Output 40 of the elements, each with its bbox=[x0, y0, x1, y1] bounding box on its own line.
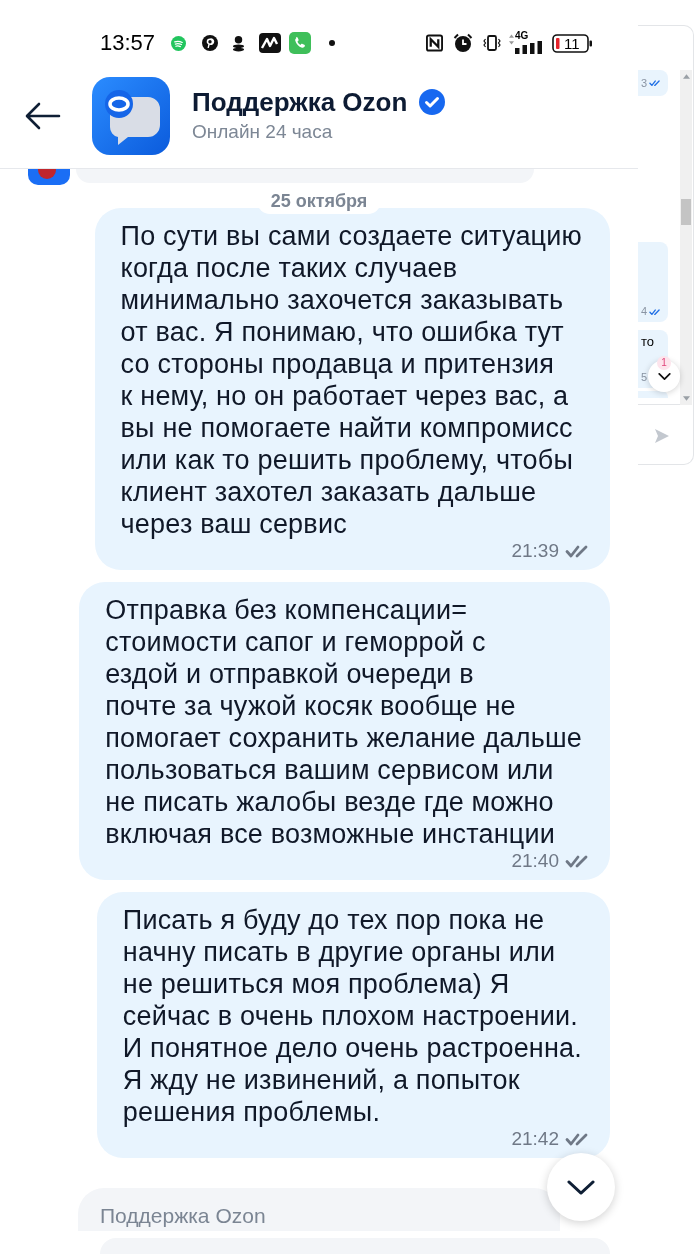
scrollbar-thumb[interactable] bbox=[681, 199, 691, 225]
avatar-image bbox=[28, 169, 70, 185]
send-icon[interactable] bbox=[655, 429, 669, 443]
message-time: 21:42 bbox=[511, 1128, 559, 1150]
back-arrow-icon bbox=[25, 102, 61, 130]
nfc-icon bbox=[426, 34, 443, 52]
message-time: 3 bbox=[641, 76, 648, 90]
chevron-down-icon bbox=[567, 1179, 595, 1195]
signal-icon bbox=[515, 40, 542, 54]
phone-icon bbox=[289, 32, 312, 54]
chevron-down-icon bbox=[657, 372, 671, 380]
vibrate-icon bbox=[483, 34, 501, 52]
notification-dot-icon bbox=[329, 40, 336, 46]
sender-name: Поддержка Ozon bbox=[100, 1203, 267, 1229]
scroll-up-arrow-icon[interactable] bbox=[682, 74, 690, 79]
message-time: 21:39 bbox=[511, 540, 559, 562]
alarm-icon bbox=[453, 33, 473, 53]
clock-time: 13:57 bbox=[100, 29, 156, 57]
unread-badge: 1 bbox=[657, 356, 671, 370]
battery-icon bbox=[552, 33, 592, 53]
chat-avatar-icon bbox=[92, 77, 170, 155]
pin-circle-icon bbox=[202, 35, 219, 51]
chat-title: Поддержка Ozon bbox=[192, 87, 408, 117]
message-bubble bbox=[638, 391, 668, 398]
network-type: 4G bbox=[515, 30, 529, 41]
data-arrows-icon bbox=[509, 33, 514, 45]
message-time: 5 bbox=[641, 371, 648, 384]
message-text: Писать я буду до тех пор пока не начну писать в другие органы или не решиться моя проблема) Я сейчас в очень плохом настроении. И понятное дело очень растроенна. Я жду не извинений, а попыток решения проблемы. bbox=[122, 904, 582, 1128]
message-time: 4 bbox=[641, 305, 648, 318]
message-time: 21:40 bbox=[511, 850, 559, 872]
message-text: Отправка без компенсации= стоимости сапог и геморрой с ездой и отправкой очереди в почте за чужой косяк вообще не помогает сохранить желание дальше пользоваться вашим сервисом или не писать жалобы везде где можно включая все возможные инстанции bbox=[105, 594, 582, 850]
scroll-down-arrow-icon[interactable] bbox=[682, 396, 690, 401]
chat-status: Онлайн 24 часа bbox=[192, 120, 334, 144]
scroll-down-button[interactable] bbox=[547, 1153, 615, 1221]
zigzag-tile-icon bbox=[259, 33, 282, 53]
battery-percent: 11 bbox=[564, 34, 580, 52]
circle-arcs-icon bbox=[171, 35, 187, 51]
message-text: По сути вы сами создаете ситуацию когда после таких случаев минимально захочется заказывать от вас. Я понимаю, что ошибка тут со стороны продавца и притензия к нему, но он работает через вас, а вы не помогаете найти компромисс или как то решить проблему, чтобы клиент захотел заказать дальше через ваш сервис bbox=[120, 220, 582, 540]
person-icon bbox=[232, 34, 246, 52]
message-text: то bbox=[641, 334, 655, 349]
